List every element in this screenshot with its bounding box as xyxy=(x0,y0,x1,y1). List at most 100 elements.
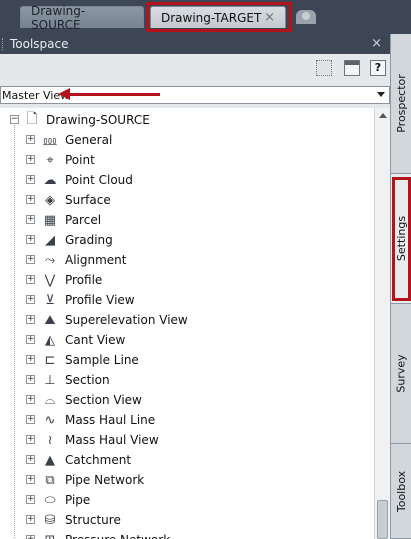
tree-item[interactable]: + ∿ Mass Haul Line xyxy=(0,410,374,430)
tab-toolbox[interactable]: Toolbox xyxy=(391,444,411,539)
catchment-icon: ▲ xyxy=(45,452,55,468)
tree-item-label: Pressure Network xyxy=(65,533,170,539)
tree-item-label: Point Cloud xyxy=(65,173,133,187)
tree-item[interactable]: + ⊻ Profile View xyxy=(0,290,374,310)
tree-item-label: Alignment xyxy=(65,253,127,267)
expand-icon[interactable]: + xyxy=(26,495,35,504)
structure-icon: ⛁ xyxy=(44,512,56,528)
expand-icon[interactable]: + xyxy=(26,175,35,184)
tab-prospector[interactable]: Prospector xyxy=(391,34,411,174)
tree-item[interactable]: + ⊏ Sample Line xyxy=(0,350,374,370)
scroll-up-icon[interactable] xyxy=(379,113,387,118)
new-tab-icon[interactable] xyxy=(296,10,316,24)
toolspace-title: Toolspace xyxy=(10,37,69,51)
tree-item[interactable]: + ◢ Grading xyxy=(0,230,374,250)
expand-icon[interactable]: + xyxy=(26,215,35,224)
expand-icon[interactable]: + xyxy=(26,535,35,539)
tree-item[interactable]: + ▦ Parcel xyxy=(0,210,374,230)
toolspace-panel: ? Master View − 🗋 Drawing-SOURCE + ⅏ Gener… xyxy=(0,54,390,539)
chevron-down-icon[interactable] xyxy=(377,92,385,97)
expand-icon[interactable]: + xyxy=(26,135,35,144)
tree-item[interactable]: + ⬭ Pipe xyxy=(0,490,374,510)
tree-item[interactable]: + ◈ Surface xyxy=(0,190,374,210)
tree-item-label: Profile xyxy=(65,273,103,287)
grading-icon: ◢ xyxy=(45,232,55,248)
tab-drawing-source[interactable]: Drawing-SOURCE xyxy=(20,4,144,32)
tree-item[interactable]: + ⊞ Pressure Network xyxy=(0,530,374,539)
tree-item-label: Grading xyxy=(65,233,113,247)
tree-item[interactable]: + ◭ Cant View xyxy=(0,330,374,350)
settings-tree: − 🗋 Drawing-SOURCE + ⅏ General + ⌖ Point + ☁ Poi… xyxy=(0,108,374,539)
tree-item[interactable]: + ⤳ Alignment xyxy=(0,250,374,270)
grip-handle-icon[interactable] xyxy=(2,38,4,50)
superelevation-view-icon: ⛰ xyxy=(44,312,56,328)
tree-item-label: Pipe xyxy=(65,493,91,507)
tree-item[interactable]: + ☁ Point Cloud xyxy=(0,170,374,190)
expand-icon[interactable]: + xyxy=(26,395,35,404)
highlight-settings-tab xyxy=(392,177,411,301)
tree-item-label: Section xyxy=(65,373,110,387)
point-cloud-icon: ☁ xyxy=(43,172,57,188)
parcel-icon: ▦ xyxy=(43,212,57,228)
alignment-icon: ⤳ xyxy=(44,252,56,268)
section-icon: ⊥ xyxy=(44,372,56,388)
window-icon[interactable] xyxy=(344,60,360,76)
tree-item[interactable]: + ⊥ Section xyxy=(0,370,374,390)
expand-icon[interactable]: + xyxy=(26,415,35,424)
toolspace-header[interactable]: Toolspace × xyxy=(0,34,390,54)
help-icon[interactable]: ? xyxy=(370,60,386,76)
tree-item-label: Pipe Network xyxy=(65,473,145,487)
collapse-icon[interactable]: − xyxy=(10,115,19,124)
expand-icon[interactable]: + xyxy=(26,475,35,484)
toolspace-toolbar: ? xyxy=(0,54,390,84)
expand-icon[interactable]: + xyxy=(26,295,35,304)
expand-icon[interactable]: + xyxy=(26,355,35,364)
tree-item[interactable]: + ▲ Catchment xyxy=(0,450,374,470)
expand-icon[interactable]: + xyxy=(26,255,35,264)
tab-prospector-label: Prospector xyxy=(395,74,409,133)
tree-item[interactable]: + ⛰ Superelevation View xyxy=(0,310,374,330)
sample-line-icon: ⊏ xyxy=(44,352,56,368)
mass-haul-line-icon: ∿ xyxy=(44,412,56,428)
highlight-target-tab xyxy=(146,2,292,32)
expand-icon[interactable]: + xyxy=(26,435,35,444)
scroll-thumb[interactable] xyxy=(377,500,388,539)
tree-item-label: Cant View xyxy=(65,333,126,347)
tree-item-label: Parcel xyxy=(65,213,102,227)
tree-item-label: Profile View xyxy=(65,293,135,307)
expand-icon[interactable]: + xyxy=(26,195,35,204)
tab-survey[interactable]: Survey xyxy=(391,304,411,444)
expand-icon[interactable]: + xyxy=(26,315,35,324)
tree-item-label: Section View xyxy=(65,393,142,407)
tree-item[interactable]: + ⛁ Structure xyxy=(0,510,374,530)
document-tab-bar: Drawing-SOURCE Drawing-TARGET × xyxy=(0,0,411,34)
tree-item[interactable]: + ⋁ Profile xyxy=(0,270,374,290)
tree-root[interactable]: − 🗋 Drawing-SOURCE xyxy=(0,110,374,130)
profile-view-icon: ⊻ xyxy=(45,292,55,308)
pipe-network-icon: ⧉ xyxy=(45,472,55,488)
expand-icon[interactable]: + xyxy=(26,155,35,164)
section-view-icon: ⌓ xyxy=(44,392,56,408)
close-icon[interactable]: × xyxy=(371,36,382,51)
tree-item-label: Mass Haul View xyxy=(65,433,159,447)
tree-item-label: Point xyxy=(65,153,95,167)
tab-survey-label: Survey xyxy=(395,354,409,393)
copy-icon[interactable] xyxy=(316,60,332,76)
tree-item[interactable]: + ≀ Mass Haul View xyxy=(0,430,374,450)
expand-icon[interactable]: + xyxy=(26,515,35,524)
expand-icon[interactable]: + xyxy=(26,275,35,284)
pressure-network-icon: ⊞ xyxy=(42,532,58,539)
expand-icon[interactable]: + xyxy=(26,335,35,344)
tree-item[interactable]: + ⌖ Point xyxy=(0,150,374,170)
expand-icon[interactable]: + xyxy=(26,375,35,384)
expand-icon[interactable]: + xyxy=(26,455,35,464)
tree-item-label: Surface xyxy=(65,193,111,207)
vertical-scrollbar[interactable] xyxy=(374,108,390,539)
expand-icon[interactable]: + xyxy=(26,235,35,244)
tree-item[interactable]: + ⅏ General xyxy=(0,130,374,150)
cant-view-icon: ◭ xyxy=(45,332,55,348)
tree-item-label: Mass Haul Line xyxy=(65,413,156,427)
tree-item[interactable]: + ⧉ Pipe Network xyxy=(0,470,374,490)
profile-icon: ⋁ xyxy=(44,272,56,288)
tree-item[interactable]: + ⌓ Section View xyxy=(0,390,374,410)
